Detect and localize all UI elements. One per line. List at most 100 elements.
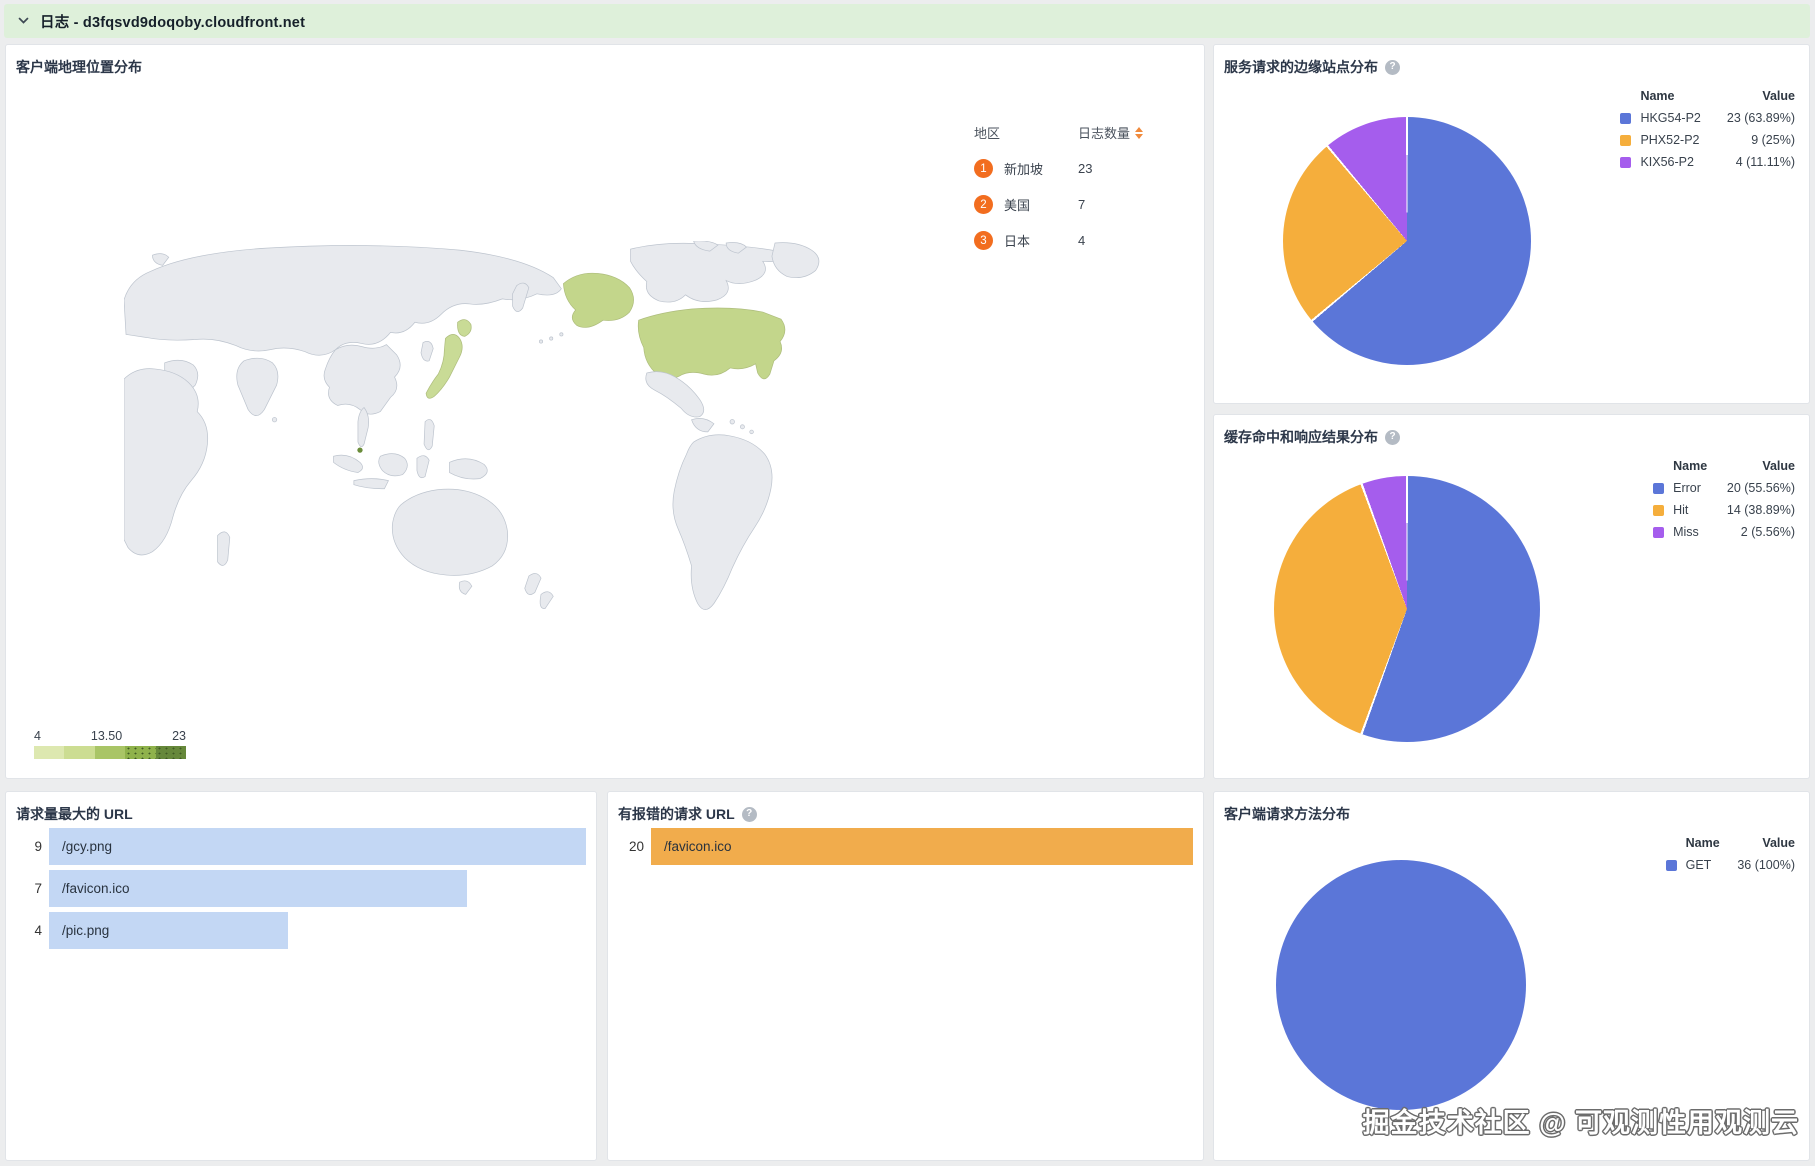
legend-name-header: Name — [1673, 459, 1708, 473]
legend-name: KIX56-P2 — [1640, 155, 1694, 169]
legend-value: 20 (55.56%) — [1726, 481, 1795, 495]
pie-legend: Name Value GET 36 (100%) — [1665, 832, 1795, 876]
legend-value: 9 (25%) — [1751, 133, 1795, 147]
legend-value-header: Value — [1762, 836, 1795, 850]
panel-title: 客户端请求方法分布 — [1224, 804, 1350, 824]
scale-segment — [125, 746, 156, 759]
bar[interactable]: /favicon.ico — [651, 828, 1193, 865]
legend-value: 14 (38.89%) — [1726, 503, 1795, 517]
legend-name-header: Name — [1685, 836, 1720, 850]
panel-client-geo: 客户端地理位置分布 地区 日志数量 1 新加坡 23 2 美国 7 3 日本 4… — [5, 44, 1205, 779]
panel-top-urls: 请求量最大的 URL 9/gcy.png 7/favicon.ico 4/pic.p… — [5, 791, 597, 1161]
legend-name-header: Name — [1640, 89, 1675, 103]
help-icon[interactable]: ? — [741, 806, 757, 822]
bar-label: /gcy.png — [62, 839, 113, 854]
bar-value: 7 — [34, 881, 42, 896]
scale-max: 23 — [172, 729, 186, 743]
bar-value: 20 — [628, 839, 644, 854]
bar-chart-error-urls: 20/favicon.ico — [616, 828, 1193, 870]
region-singapore — [357, 447, 363, 453]
bar-row: 4/pic.png — [14, 912, 586, 949]
pie-legend: Name Value Error 20 (55.56%) Hit 14 (38.89%) M… — [1653, 455, 1795, 543]
geo-rank-row[interactable]: 2 美国 7 — [974, 195, 1179, 214]
bar-label: /pic.png — [62, 923, 110, 938]
legend-item[interactable]: GET 36 (100%) — [1665, 854, 1795, 876]
panel-title-text: 缓存命中和响应结果分布 — [1224, 429, 1378, 445]
panel-edge-pop-distribution: 服务请求的边缘站点分布 ? Name Value HKG54-P2 23 (63.89… — [1213, 44, 1810, 404]
region-count: 23 — [1078, 161, 1093, 176]
bar-chart-top-urls: 9/gcy.png 7/favicon.ico 4/pic.png — [14, 828, 586, 954]
bar-row: 9/gcy.png — [14, 828, 586, 865]
scale-segment — [94, 746, 126, 759]
panel-title-text: 客户端地理位置分布 — [16, 59, 142, 75]
panel-error-urls: 有报错的请求 URL ? 20/favicon.ico — [607, 791, 1204, 1161]
scale-segment — [34, 746, 65, 759]
pie-chart-cache-result[interactable] — [1274, 476, 1540, 742]
legend-value: 23 (63.89%) — [1726, 111, 1795, 125]
legend-item[interactable]: PHX52-P2 9 (25%) — [1620, 129, 1795, 151]
pie-chart-edge-pop[interactable] — [1283, 117, 1531, 365]
legend-name: PHX52-P2 — [1640, 133, 1700, 147]
scale-mid: 13.50 — [90, 729, 123, 743]
geo-rank-row[interactable]: 1 新加坡 23 — [974, 159, 1179, 178]
legend-value: 2 (5.56%) — [1740, 525, 1795, 539]
region-count: 4 — [1078, 233, 1086, 248]
legend-swatch — [1653, 482, 1665, 494]
pie-legend: Name Value HKG54-P2 23 (63.89%) PHX52-P2 9 (2… — [1620, 85, 1795, 173]
legend-name: HKG54-P2 — [1640, 111, 1701, 125]
bar[interactable]: /favicon.ico — [49, 870, 467, 907]
geo-rank-row[interactable]: 3 日本 4 — [974, 231, 1179, 250]
legend-swatch — [1620, 112, 1632, 124]
bar[interactable]: /pic.png — [49, 912, 288, 949]
legend-value-header: Value — [1762, 89, 1795, 103]
panel-title: 缓存命中和响应结果分布 ? — [1224, 427, 1400, 447]
panel-title-text: 客户端请求方法分布 — [1224, 806, 1350, 822]
panel-title: 有报错的请求 URL ? — [618, 804, 757, 824]
legend-swatch — [1653, 504, 1665, 516]
legend-item[interactable]: Error 20 (55.56%) — [1653, 477, 1795, 499]
region-usa — [637, 307, 786, 380]
legend-name: Hit — [1673, 503, 1689, 517]
group-header[interactable]: 日志 - d3fqsvd9doqoby.cloudfront.net — [4, 4, 1810, 38]
scale-segment — [155, 746, 186, 759]
legend-name: Error — [1673, 481, 1701, 495]
legend-item[interactable]: KIX56-P2 4 (11.11%) — [1620, 151, 1795, 173]
panel-title: 请求量最大的 URL — [16, 804, 133, 824]
sort-icon[interactable] — [1135, 126, 1144, 139]
pie-chart-request-method[interactable] — [1276, 860, 1526, 1110]
dashboard: 日志 - d3fqsvd9doqoby.cloudfront.net 客户端地理… — [0, 0, 1815, 1166]
help-icon[interactable]: ? — [1385, 59, 1400, 75]
panel-title-text: 服务请求的边缘站点分布 — [1224, 59, 1378, 75]
geo-col-count[interactable]: 日志数量 — [1078, 123, 1179, 142]
legend-value-header: Value — [1762, 459, 1795, 473]
bar-row: 7/favicon.ico — [14, 870, 586, 907]
region-name: 日本 — [1004, 234, 1031, 249]
rank-badge: 1 — [974, 159, 993, 178]
panel-title: 服务请求的边缘站点分布 ? — [1224, 57, 1400, 77]
legend-item[interactable]: Miss 2 (5.56%) — [1653, 521, 1795, 543]
bar-label: /favicon.ico — [664, 839, 732, 854]
world-map[interactable] — [123, 240, 836, 637]
bar[interactable]: /gcy.png — [49, 828, 586, 865]
legend-item[interactable]: HKG54-P2 23 (63.89%) — [1620, 107, 1795, 129]
region-us-alaska — [563, 272, 634, 328]
geo-rank-table: 地区 日志数量 1 新加坡 23 2 美国 7 3 日本 4 — [974, 123, 1179, 250]
chevron-down-icon[interactable] — [18, 17, 29, 25]
legend-swatch — [1653, 526, 1665, 538]
legend-item[interactable]: Hit 14 (38.89%) — [1653, 499, 1795, 521]
panel-title-text: 请求量最大的 URL — [16, 806, 133, 822]
watermark: 掘金技术社区 @ 可观测性用观测云 — [1362, 1108, 1799, 1138]
scale-min: 4 — [34, 729, 41, 743]
bar-value: 9 — [34, 839, 42, 854]
legend-swatch — [1620, 156, 1632, 168]
legend-swatch — [1620, 134, 1632, 146]
region-japan-hokkaido — [457, 319, 472, 337]
help-icon[interactable]: ? — [1385, 429, 1400, 445]
legend-swatch — [1665, 859, 1677, 871]
world-map-svg — [123, 240, 820, 610]
legend-value: 36 (100%) — [1737, 858, 1795, 872]
legend-name: Miss — [1673, 525, 1699, 539]
legend-name: GET — [1685, 858, 1712, 872]
panel-cache-result-distribution: 缓存命中和响应结果分布 ? Name Value Error 20 (55.56%) H… — [1213, 414, 1810, 779]
region-name: 新加坡 — [1004, 162, 1044, 177]
